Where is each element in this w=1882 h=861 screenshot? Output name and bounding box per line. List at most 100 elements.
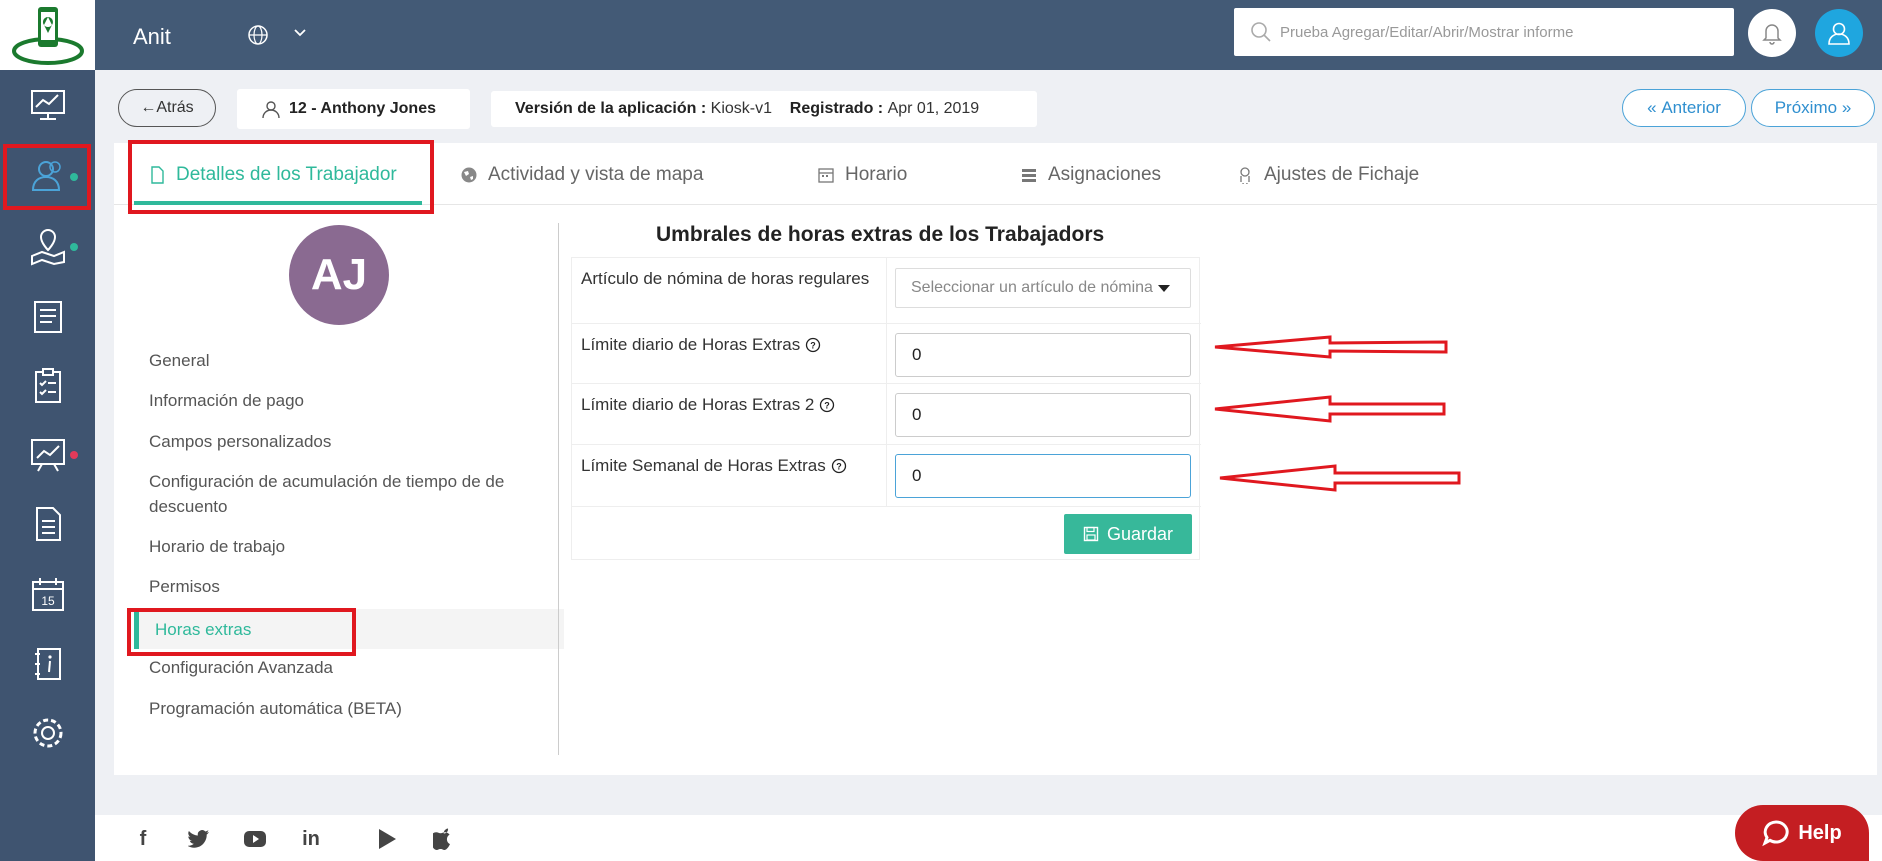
sidebar-item-documents[interactable] <box>0 491 95 557</box>
daily-overtime-2-label: Límite diario de Horas Extras 2 ? <box>581 392 835 417</box>
back-label: Atrás <box>156 99 194 116</box>
linkedin-icon[interactable]: in <box>299 827 323 851</box>
menu-item-custom-fields[interactable]: Campos personalizados <box>149 429 559 454</box>
version-value: Kiosk-v1 <box>710 100 772 117</box>
weekly-overtime-input[interactable] <box>895 454 1191 498</box>
field-label: Límite Semanal de Horas Extras <box>581 456 826 475</box>
previous-button[interactable]: « Anterior <box>1622 89 1746 127</box>
document-icon <box>35 507 61 541</box>
save-button[interactable]: Guardar <box>1064 514 1192 554</box>
weekly-overtime-label: Límite Semanal de Horas Extras ? <box>581 453 847 478</box>
twitter-icon[interactable] <box>187 827 211 851</box>
sidebar-item-settings[interactable] <box>0 700 95 766</box>
chat-bubble-icon <box>1762 820 1789 847</box>
row-divider <box>572 506 1201 507</box>
registered-label: Registrado : <box>789 100 884 117</box>
select-placeholder: Seleccionar un artículo de nómina <box>911 279 1153 296</box>
sidebar-item-reports[interactable] <box>0 421 95 487</box>
annotation-box-tab <box>128 140 434 214</box>
presentation-icon <box>30 439 65 472</box>
section-title: Umbrales de horas extras de los Trabajad… <box>656 223 1105 246</box>
search-input[interactable] <box>1280 23 1720 41</box>
annotation-box-menu <box>127 608 356 656</box>
worker-name: 12 - Anthony Jones <box>289 100 436 117</box>
play-store-icon[interactable] <box>375 827 399 851</box>
annotation-arrow <box>1219 464 1461 492</box>
help-circle-icon[interactable]: ? <box>819 397 835 413</box>
menu-item-general[interactable]: General <box>149 348 559 373</box>
sidebar-item-map[interactable] <box>0 213 95 279</box>
logo-icon <box>11 7 84 65</box>
menu-item-payment-info[interactable]: Información de pago <box>149 388 559 413</box>
svg-text:?: ? <box>810 340 816 350</box>
help-circle-icon[interactable]: ? <box>805 337 821 353</box>
row-divider <box>572 323 1201 324</box>
sidebar-item-checklist[interactable] <box>0 352 95 418</box>
row-divider <box>572 383 1201 384</box>
tab-label: Actividad y vista de mapa <box>488 164 704 185</box>
worker-details-card: Detalles de los Trabajador Actividad y v… <box>114 143 1877 775</box>
daily-overtime-input[interactable] <box>895 333 1191 377</box>
field-label: Artículo de nómina de horas regulares <box>581 269 870 288</box>
menu-item-permissions[interactable]: Permisos <box>149 574 559 599</box>
tab-activity-map[interactable]: Actividad y vista de mapa <box>460 157 703 193</box>
apple-icon[interactable] <box>431 827 455 851</box>
info-book-icon <box>34 648 61 680</box>
help-label: Help <box>1798 821 1842 844</box>
row-divider <box>572 444 1201 445</box>
annotation-box-sidebar <box>3 144 91 210</box>
user-icon <box>1828 22 1850 45</box>
gear-icon <box>33 718 62 748</box>
user-menu-button[interactable] <box>1815 9 1863 57</box>
sidebar-item-info[interactable] <box>0 631 95 697</box>
menu-item-time-accrual[interactable]: Configuración de acumulación de tiempo d… <box>149 469 529 519</box>
tab-label: Asignaciones <box>1048 164 1162 185</box>
save-label: Guardar <box>1106 523 1174 544</box>
sidebar-item-dashboard[interactable] <box>0 72 95 138</box>
chart-board-icon <box>30 90 65 120</box>
payroll-item-select[interactable]: Seleccionar un artículo de nómina <box>895 268 1191 308</box>
tab-label: Ajustes de Fichaje <box>1264 164 1420 185</box>
field-label: Límite diario de Horas Extras 2 <box>581 395 815 414</box>
field-label: Límite diario de Horas Extras <box>581 335 801 354</box>
previous-label: Anterior <box>1661 98 1721 117</box>
search-bar[interactable] <box>1234 8 1734 56</box>
user-icon <box>262 101 280 119</box>
next-label: Próximo <box>1774 98 1838 117</box>
avatar: AJ <box>289 225 389 325</box>
svg-text:?: ? <box>825 400 831 410</box>
app-logo[interactable] <box>0 0 95 70</box>
sidebar-item-tasks[interactable] <box>0 283 95 349</box>
arrow-left-icon: ← <box>140 99 157 116</box>
version-info: Versión de la aplicación : Kiosk-v1 Regi… <box>491 91 1037 127</box>
help-button[interactable]: Help <box>1735 805 1869 861</box>
menu-item-auto-scheduling[interactable]: Programación automática (BETA) <box>149 696 559 721</box>
facebook-icon[interactable]: f <box>131 827 155 851</box>
tab-schedule[interactable]: Horario <box>817 157 907 193</box>
help-circle-icon[interactable]: ? <box>831 458 847 474</box>
globe-icon[interactable] <box>245 22 271 48</box>
notepad-icon <box>33 301 62 333</box>
globe-icon <box>461 167 477 183</box>
menu-item-advanced-config[interactable]: Configuración Avanzada <box>149 655 559 680</box>
double-chevron-left-icon: « <box>1647 98 1657 117</box>
next-button[interactable]: Próximo » <box>1751 89 1875 127</box>
menu-item-work-schedule[interactable]: Horario de trabajo <box>149 534 559 559</box>
worker-chip: 12 - Anthony Jones <box>237 89 470 129</box>
top-bar: Anit <box>95 0 1882 70</box>
notifications-button[interactable] <box>1748 9 1796 57</box>
chevron-down-icon[interactable] <box>293 28 307 38</box>
tab-clock-settings[interactable]: Ajustes de Fichaje <box>1236 157 1419 193</box>
sidebar-item-calendar[interactable]: 15 <box>0 561 95 627</box>
youtube-icon[interactable] <box>243 827 267 851</box>
status-dot <box>70 451 78 459</box>
app-name: Anit <box>133 24 171 49</box>
tab-assignments[interactable]: Asignaciones <box>1020 157 1161 193</box>
daily-overtime-2-input[interactable] <box>895 393 1191 437</box>
fingerprint-icon <box>1240 167 1250 184</box>
back-button[interactable]: ← Atrás <box>118 89 216 127</box>
caret-down-icon <box>1158 285 1170 292</box>
list-icon <box>1022 169 1036 182</box>
double-chevron-right-icon: » <box>1841 98 1852 117</box>
status-dot <box>70 243 78 251</box>
